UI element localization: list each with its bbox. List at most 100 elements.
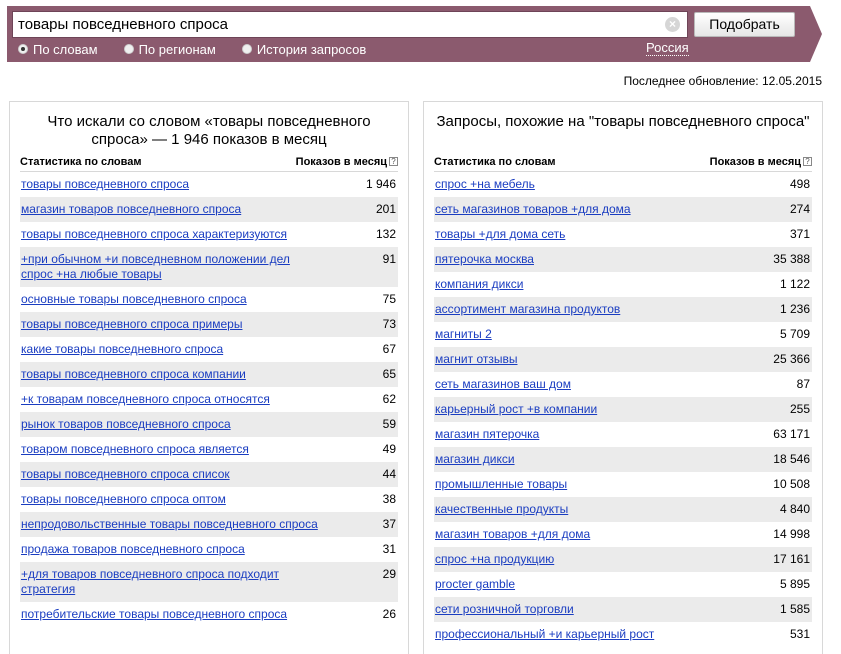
impressions-count: 255 [789,402,810,416]
query-link[interactable]: рынок товаров повседневного спроса [21,417,231,432]
query-link[interactable]: товары повседневного спроса примеры [21,317,242,332]
table-row: профессиональный +и карьерный рост 531 [434,622,812,647]
help-icon[interactable]: ? [389,156,398,166]
impressions-count: 59 [382,417,396,431]
query-link[interactable]: сеть магазинов ваш дом [435,377,571,392]
impressions-count: 26 [382,607,396,621]
impressions-count: 14 998 [773,527,810,541]
column-count-header: Показов в месяц? [296,156,398,168]
search-mode-group: По словам По регионам История запросов [18,41,392,57]
table-row: магнит отзывы 25 366 [434,347,812,372]
impressions-count: 132 [375,227,396,241]
impressions-count: 274 [789,202,810,216]
table-row: спрос +на мебель 498 [434,172,812,197]
table-row: основные товары повседневного спроса 75 [20,287,398,312]
impressions-count: 201 [375,202,396,216]
query-link[interactable]: качественные продукты [435,502,568,517]
mode-label: История запросов [256,41,367,57]
mode-label: По словам [33,41,98,57]
query-link[interactable]: +к товарам повседневного спроса относятс… [21,392,270,407]
table-row: procter gamble 5 895 [434,572,812,597]
search-bar-arrow [810,6,822,62]
impressions-count: 75 [382,292,396,306]
mode-by-words[interactable]: По словам [18,42,98,57]
table-row: сети розничной торговли 1 585 [434,597,812,622]
query-link[interactable]: товары повседневного спроса компании [21,367,246,382]
query-link[interactable]: ассортимент магазина продуктов [435,302,620,317]
radio-icon[interactable] [123,44,134,54]
impressions-count: 38 [382,492,396,506]
query-link[interactable]: магнит отзывы [435,352,518,367]
impressions-count: 1 946 [365,177,396,191]
submit-button[interactable]: Подобрать [694,12,795,37]
search-field[interactable]: × [12,11,688,38]
query-link[interactable]: товары повседневного спроса [21,177,189,192]
query-link[interactable]: магазин дикси [435,452,515,467]
query-link[interactable]: магазин пятерочка [435,427,539,442]
query-link[interactable]: продажа товаров повседневного спроса [21,542,245,557]
panel-title: Что искали со словом «товары повседневно… [47,113,371,148]
table-row: рынок товаров повседневного спроса 59 [20,412,398,437]
table-row: карьерный рост +в компании 255 [434,397,812,422]
query-link[interactable]: какие товары повседневного спроса [21,342,223,357]
impressions-count: 29 [382,567,396,581]
query-link[interactable]: компания дикси [435,277,523,292]
table-row: ассортимент магазина продуктов 1 236 [434,297,812,322]
query-link[interactable]: пятерочка москва [435,252,534,267]
query-link[interactable]: магазин товаров +для дома [435,527,590,542]
table-row: какие товары повседневного спроса 67 [20,337,398,362]
table-row: товары повседневного спроса оптом 38 [20,487,398,512]
mode-history[interactable]: История запросов [241,41,367,57]
query-link[interactable]: карьерный рост +в компании [435,402,597,417]
impressions-count: 1 236 [779,302,810,316]
table-row: +при обычном +и повседневном положении д… [20,247,398,287]
table-row: сеть магазинов ваш дом 87 [434,372,812,397]
query-link[interactable]: товары повседневного спроса оптом [21,492,226,507]
query-link[interactable]: сети розничной торговли [435,602,574,617]
query-link[interactable]: товары повседневного спроса характеризую… [21,227,287,242]
table-row: компания дикси 1 122 [434,272,812,297]
query-link[interactable]: товары +для дома сеть [435,227,565,242]
query-link[interactable]: потребительские товары повседневного спр… [21,607,287,622]
table-row: +для товаров повседневного спроса подход… [20,562,398,602]
query-link[interactable]: профессиональный +и карьерный рост [435,627,654,642]
query-link[interactable]: спрос +на мебель [435,177,535,192]
query-link[interactable]: сеть магазинов товаров +для дома [435,202,631,217]
query-link[interactable]: магниты 2 [435,327,492,342]
query-link[interactable]: procter gamble [435,577,515,592]
column-query-header: Статистика по словам [434,155,556,168]
table-row: продажа товаров повседневного спроса 31 [20,537,398,562]
impressions-count: 73 [382,317,396,331]
search-input[interactable] [18,14,658,35]
table-row: товары повседневного спроса характеризую… [20,222,398,247]
impressions-count: 18 546 [773,452,810,466]
radio-icon[interactable] [18,44,28,54]
impressions-count: 31 [382,542,396,556]
table-row: спрос +на продукцию 17 161 [434,547,812,572]
impressions-count: 35 388 [773,252,810,266]
query-link[interactable]: непродовольственные товары повседневного… [21,517,318,532]
region-selector[interactable]: Россия [646,41,689,56]
query-link[interactable]: промышленные товары [435,477,567,492]
table-row: сеть магазинов товаров +для дома 274 [434,197,812,222]
clear-icon[interactable]: × [665,17,680,32]
table-row: потребительские товары повседневного спр… [20,602,398,627]
radio-icon[interactable] [241,44,252,54]
query-link[interactable]: +при обычном +и повседневном положении д… [21,252,321,282]
query-link[interactable]: спрос +на продукцию [435,552,554,567]
query-link[interactable]: магазин товаров повседневного спроса [21,202,241,217]
query-link[interactable]: основные товары повседневного спроса [21,292,247,307]
impressions-count: 4 840 [779,502,810,516]
impressions-count: 37 [382,517,396,531]
table-header: Статистика по словам Показов в месяц? [434,152,812,172]
results-list: товары повседневного спроса 1 946 магазин … [20,172,398,627]
query-link[interactable]: +для товаров повседневного спроса подход… [21,567,321,597]
impressions-count: 44 [382,467,396,481]
mode-by-regions[interactable]: По регионам [123,42,216,57]
query-link[interactable]: товаром повседневного спроса является [21,442,249,457]
table-row: товары повседневного спроса примеры 73 [20,312,398,337]
query-link[interactable]: товары повседневного спроса список [21,467,230,482]
impressions-count: 62 [382,392,396,406]
help-icon[interactable]: ? [803,156,812,166]
impressions-count: 25 366 [773,352,810,366]
